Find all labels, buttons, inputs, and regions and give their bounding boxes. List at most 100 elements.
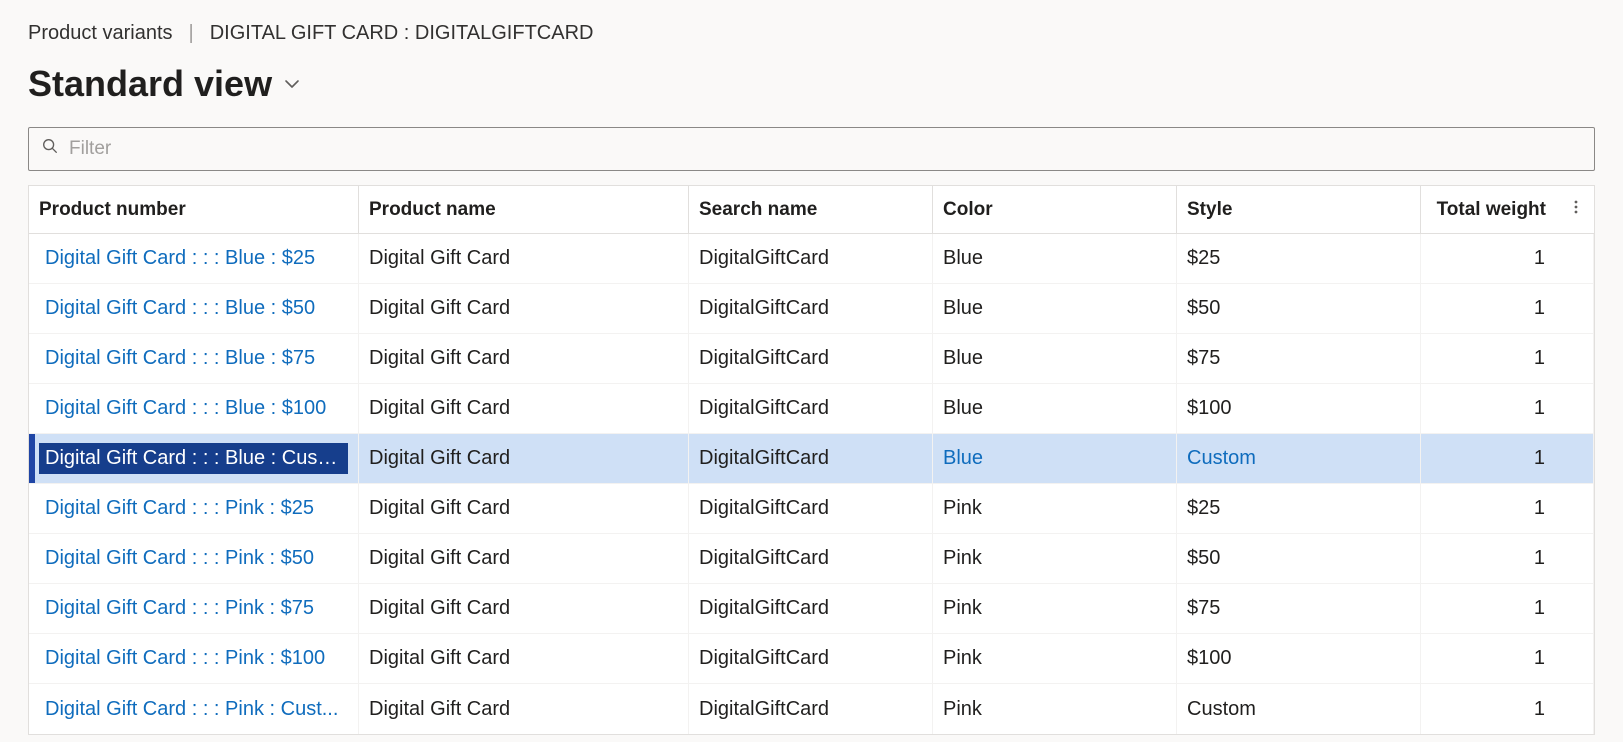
cell-product-name: Digital Gift Card	[359, 684, 689, 734]
cell-product-number[interactable]: Digital Gift Card : : : Blue : $25	[29, 234, 359, 283]
cell-color: Pink	[933, 684, 1177, 734]
product-number-link[interactable]: Digital Gift Card : : : Blue : Custom	[39, 443, 348, 474]
cell-product-name: Digital Gift Card	[359, 634, 689, 683]
cell-product-name: Digital Gift Card	[359, 284, 689, 333]
table-row[interactable]: Digital Gift Card : : : Blue : $25 Digita…	[29, 234, 1594, 284]
breadcrumb-section[interactable]: Product variants	[28, 22, 173, 45]
more-vertical-icon[interactable]	[1568, 199, 1584, 221]
cell-style: $50	[1177, 284, 1421, 333]
cell-product-number[interactable]: Digital Gift Card : : : Blue : $50	[29, 284, 359, 333]
cell-total-weight: 1	[1421, 534, 1594, 583]
cell-style: $25	[1177, 234, 1421, 283]
cell-product-number[interactable]: Digital Gift Card : : : Blue : $75	[29, 334, 359, 383]
cell-search-name: DigitalGiftCard	[689, 534, 933, 583]
cell-product-name: Digital Gift Card	[359, 534, 689, 583]
cell-product-name: Digital Gift Card	[359, 334, 689, 383]
table-row[interactable]: Digital Gift Card : : : Pink : $75 Digita…	[29, 584, 1594, 634]
cell-product-number[interactable]: Digital Gift Card : : : Pink : $50	[29, 534, 359, 583]
product-number-link[interactable]: Digital Gift Card : : : Blue : $100	[45, 397, 348, 420]
cell-style: $25	[1177, 484, 1421, 533]
table-row[interactable]: Digital Gift Card : : : Blue : Custom Dig…	[29, 434, 1594, 484]
cell-search-name: DigitalGiftCard	[689, 684, 933, 734]
cell-search-name: DigitalGiftCard	[689, 384, 933, 433]
cell-style: Custom	[1177, 684, 1421, 734]
breadcrumb-detail: DIGITAL GIFT CARD : DIGITALGIFTCARD	[210, 22, 594, 45]
cell-style: $50	[1177, 534, 1421, 583]
cell-color: Blue	[933, 234, 1177, 283]
product-number-link[interactable]: Digital Gift Card : : : Pink : Cust...	[45, 698, 348, 721]
column-header-total-weight[interactable]: Total weight	[1421, 186, 1594, 233]
view-picker[interactable]: Standard view	[28, 63, 1595, 105]
cell-color: Blue	[933, 384, 1177, 433]
product-number-link[interactable]: Digital Gift Card : : : Blue : $75	[45, 347, 348, 370]
cell-product-number[interactable]: Digital Gift Card : : : Pink : $100	[29, 634, 359, 683]
cell-product-number[interactable]: Digital Gift Card : : : Pink : $75	[29, 584, 359, 633]
product-number-link[interactable]: Digital Gift Card : : : Pink : $75	[45, 597, 348, 620]
cell-product-name: Digital Gift Card	[359, 384, 689, 433]
table-row[interactable]: Digital Gift Card : : : Blue : $75 Digita…	[29, 334, 1594, 384]
cell-product-number[interactable]: Digital Gift Card : : : Pink : Cust...	[29, 684, 359, 734]
cell-total-weight: 1	[1421, 634, 1594, 683]
column-header-total-weight-label: Total weight	[1437, 199, 1546, 221]
cell-product-number[interactable]: Digital Gift Card : : : Blue : Custom	[29, 434, 359, 483]
product-number-link[interactable]: Digital Gift Card : : : Blue : $25	[45, 247, 348, 270]
cell-search-name: DigitalGiftCard	[689, 634, 933, 683]
table-row[interactable]: Digital Gift Card : : : Pink : $100 Digit…	[29, 634, 1594, 684]
product-number-link[interactable]: Digital Gift Card : : : Pink : $100	[45, 647, 348, 670]
product-number-link[interactable]: Digital Gift Card : : : Pink : $25	[45, 497, 348, 520]
cell-total-weight: 1	[1421, 434, 1594, 483]
cell-style: $75	[1177, 334, 1421, 383]
search-icon	[41, 137, 59, 161]
cell-product-name: Digital Gift Card	[359, 584, 689, 633]
cell-color: Pink	[933, 534, 1177, 583]
cell-total-weight: 1	[1421, 334, 1594, 383]
cell-search-name: DigitalGiftCard	[689, 484, 933, 533]
table-row[interactable]: Digital Gift Card : : : Pink : $50 Digita…	[29, 534, 1594, 584]
column-header-color[interactable]: Color	[933, 186, 1177, 233]
cell-search-name: DigitalGiftCard	[689, 584, 933, 633]
table-row[interactable]: Digital Gift Card : : : Blue : $50 Digita…	[29, 284, 1594, 334]
filter-box[interactable]	[28, 127, 1595, 171]
view-title: Standard view	[28, 63, 272, 105]
product-number-link[interactable]: Digital Gift Card : : : Blue : $50	[45, 297, 348, 320]
grid-header: Product number Product name Search name …	[29, 186, 1594, 234]
cell-product-name: Digital Gift Card	[359, 484, 689, 533]
cell-search-name: DigitalGiftCard	[689, 334, 933, 383]
breadcrumb-separator: |	[189, 22, 194, 45]
data-grid: Product number Product name Search name …	[28, 185, 1595, 735]
cell-total-weight: 1	[1421, 234, 1594, 283]
cell-product-number[interactable]: Digital Gift Card : : : Blue : $100	[29, 384, 359, 433]
cell-color: Blue	[933, 434, 1177, 483]
cell-style: $75	[1177, 584, 1421, 633]
cell-search-name: DigitalGiftCard	[689, 234, 933, 283]
column-header-product-number[interactable]: Product number	[29, 186, 359, 233]
chevron-down-icon	[282, 74, 302, 100]
cell-total-weight: 1	[1421, 484, 1594, 533]
cell-total-weight: 1	[1421, 284, 1594, 333]
cell-total-weight: 1	[1421, 584, 1594, 633]
column-header-search-name[interactable]: Search name	[689, 186, 933, 233]
cell-color: Pink	[933, 634, 1177, 683]
table-row[interactable]: Digital Gift Card : : : Blue : $100 Digit…	[29, 384, 1594, 434]
cell-color: Blue	[933, 334, 1177, 383]
cell-search-name: DigitalGiftCard	[689, 434, 933, 483]
product-number-link[interactable]: Digital Gift Card : : : Pink : $50	[45, 547, 348, 570]
cell-total-weight: 1	[1421, 684, 1594, 734]
cell-search-name: DigitalGiftCard	[689, 284, 933, 333]
filter-input[interactable]	[69, 138, 1582, 160]
breadcrumb: Product variants | DIGITAL GIFT CARD : D…	[28, 22, 1595, 45]
cell-style: $100	[1177, 634, 1421, 683]
column-header-style[interactable]: Style	[1177, 186, 1421, 233]
cell-color: Pink	[933, 484, 1177, 533]
cell-total-weight: 1	[1421, 384, 1594, 433]
cell-style: $100	[1177, 384, 1421, 433]
cell-product-number[interactable]: Digital Gift Card : : : Pink : $25	[29, 484, 359, 533]
table-row[interactable]: Digital Gift Card : : : Pink : Cust... Di…	[29, 684, 1594, 734]
cell-product-name: Digital Gift Card	[359, 434, 689, 483]
cell-style: Custom	[1177, 434, 1421, 483]
table-row[interactable]: Digital Gift Card : : : Pink : $25 Digita…	[29, 484, 1594, 534]
cell-color: Blue	[933, 284, 1177, 333]
column-header-product-name[interactable]: Product name	[359, 186, 689, 233]
cell-color: Pink	[933, 584, 1177, 633]
cell-product-name: Digital Gift Card	[359, 234, 689, 283]
